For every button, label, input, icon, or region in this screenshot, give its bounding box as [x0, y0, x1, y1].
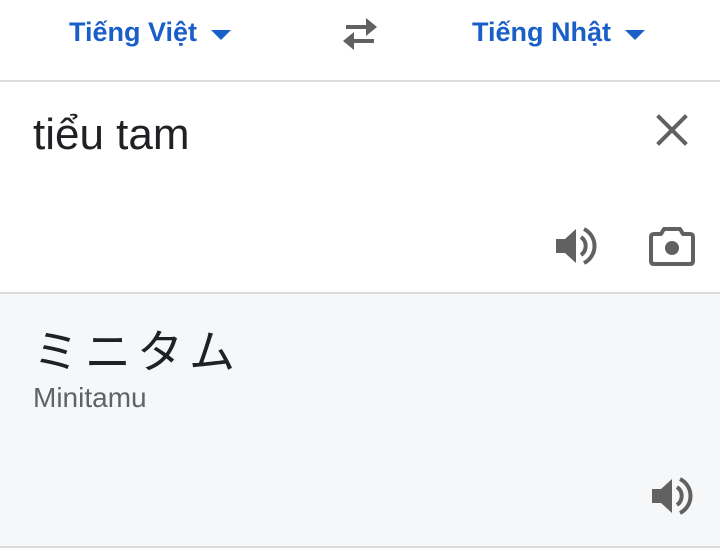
- swap-languages-button[interactable]: [338, 14, 382, 54]
- romanization-text: Minitamu: [33, 382, 147, 413]
- language-bar: Tiếng Việt Tiếng Nhật: [0, 0, 720, 82]
- target-language-button[interactable]: Tiếng Nhật: [472, 12, 646, 52]
- camera-button[interactable]: [648, 224, 696, 268]
- speaker-icon: [556, 227, 597, 265]
- target-language-label: Tiếng Nhật: [472, 16, 612, 47]
- camera-icon: [649, 227, 695, 266]
- source-input-area[interactable]: tiểu tam: [0, 82, 720, 294]
- caret-down-icon: [625, 30, 646, 40]
- source-language-button[interactable]: Tiếng Việt: [69, 12, 232, 52]
- translate-app: Tiếng Việt Tiếng Nhật tiểu tam ミニタム Mini…: [0, 0, 720, 551]
- translation-listen-button[interactable]: [648, 474, 696, 518]
- translation-text: ミニタム: [33, 325, 241, 379]
- clear-button[interactable]: [650, 108, 694, 152]
- source-listen-button[interactable]: [552, 224, 600, 268]
- caret-down-icon: [211, 30, 232, 40]
- speaker-icon: [652, 477, 693, 515]
- source-language-label: Tiếng Việt: [69, 16, 198, 47]
- source-text[interactable]: tiểu tam: [33, 110, 190, 160]
- swap-arrows-icon: [343, 18, 377, 50]
- translation-result-area: ミニタム Minitamu: [0, 294, 720, 548]
- close-icon: [656, 114, 688, 146]
